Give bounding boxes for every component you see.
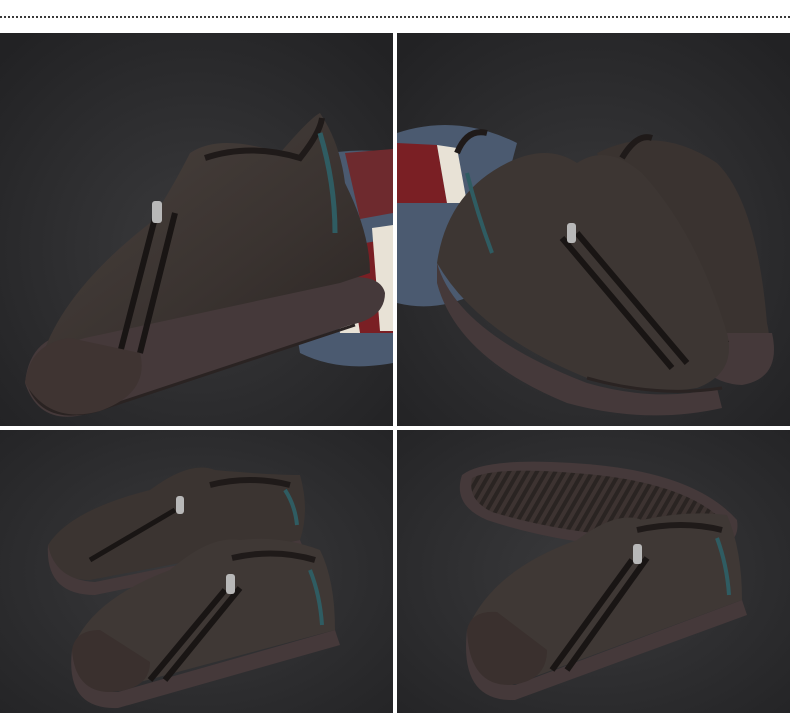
shoe-pair-side-illustration [0, 430, 393, 713]
photo-shoe-side-view [0, 33, 393, 426]
photo-shoe-outsole-view [397, 430, 790, 713]
photo-shoe-pair-side-view [0, 430, 393, 713]
shoe-outsole-illustration [397, 430, 790, 713]
shoe-side-illustration [0, 33, 393, 426]
dotted-divider [0, 16, 790, 18]
photo-shoe-pair-front-view [397, 33, 790, 426]
shoe-pair-front-illustration [397, 33, 790, 426]
